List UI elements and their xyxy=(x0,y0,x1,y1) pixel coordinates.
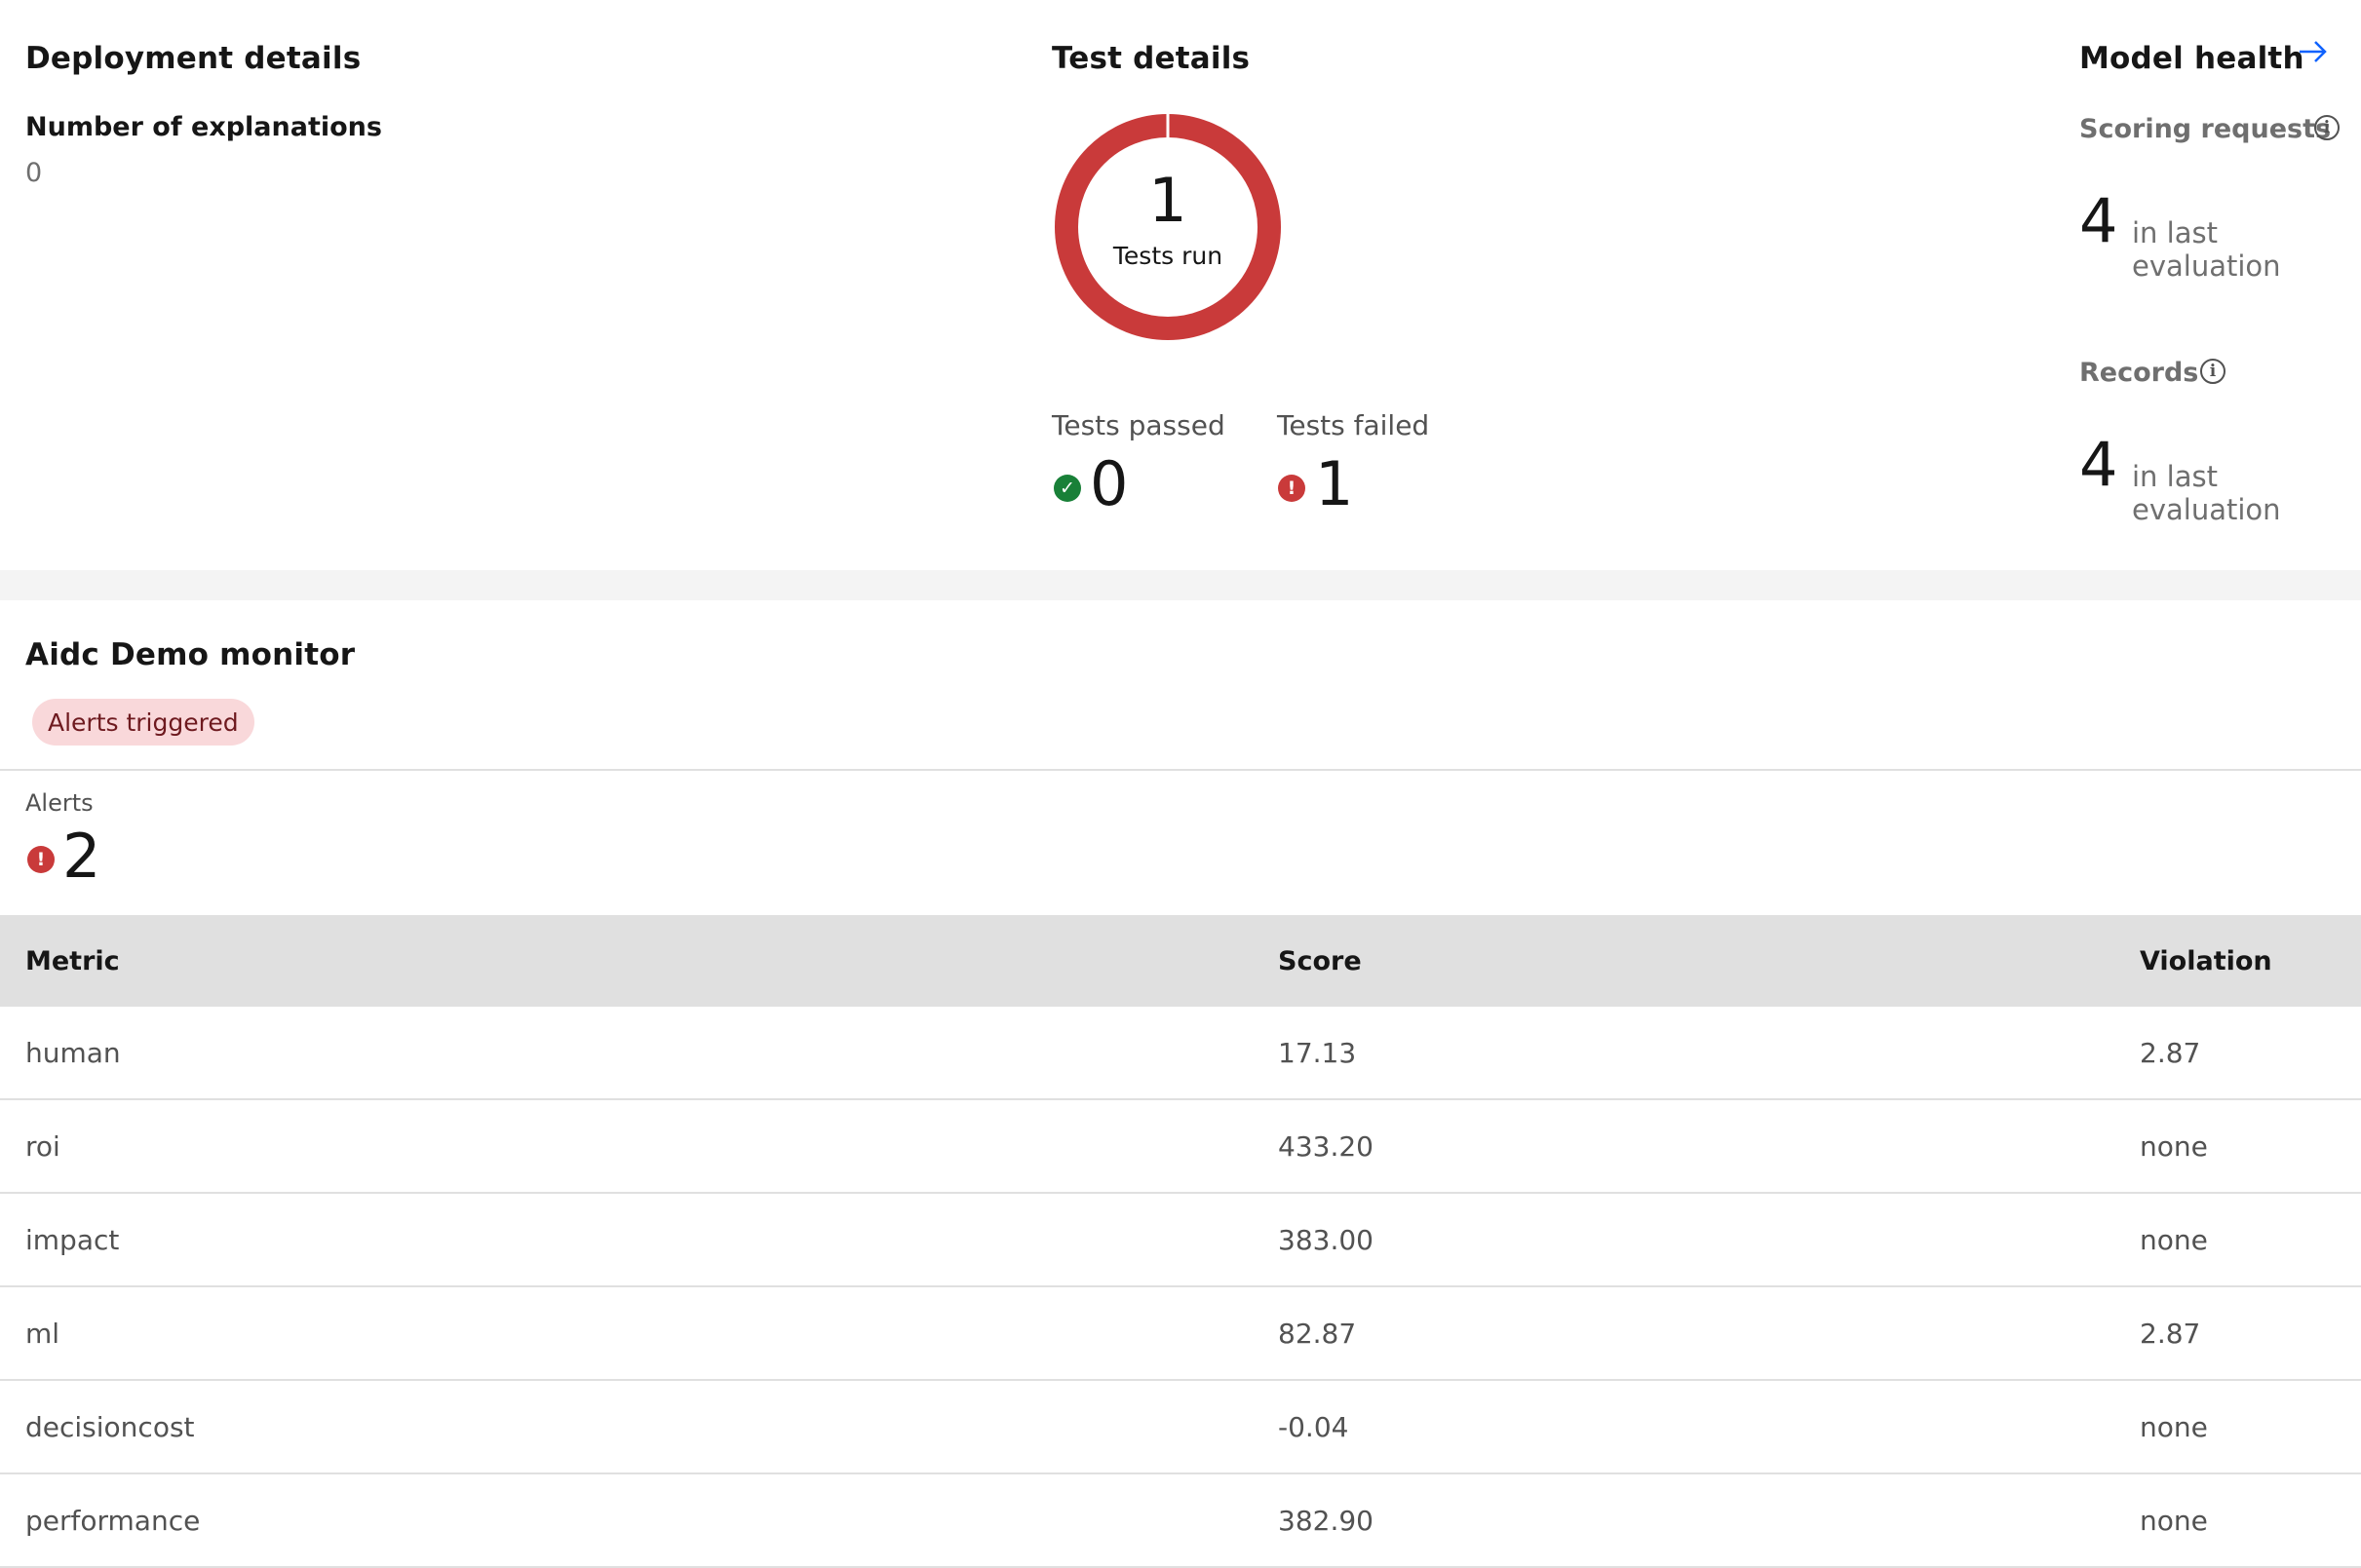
divider xyxy=(0,769,2361,771)
alerts-triggered-tag: Alerts triggered xyxy=(32,699,254,746)
scoring-requests-label: Scoring requests xyxy=(2079,114,2332,144)
score-cell: -0.04 xyxy=(1278,1410,1349,1443)
table-row: decisioncost -0.04 none xyxy=(0,1381,2361,1474)
table-header: Metric Score Violation xyxy=(0,915,2361,1007)
monitor-title: Aidc Demo monitor xyxy=(25,637,356,672)
metric-cell: ml xyxy=(25,1317,60,1350)
arrow-right-icon[interactable] xyxy=(2297,35,2330,68)
alerts-value: 2 xyxy=(62,821,101,892)
records-suffix: in last evaluation xyxy=(2132,460,2281,526)
info-icon[interactable]: i xyxy=(2200,359,2226,384)
violation-cell: none xyxy=(2140,1129,2208,1163)
deployment-details-title: Deployment details xyxy=(25,41,362,76)
tests-passed-value: 0 xyxy=(1090,448,1129,519)
column-header-metric[interactable]: Metric xyxy=(25,946,120,976)
metric-cell: human xyxy=(25,1036,121,1069)
metric-cell: roi xyxy=(25,1129,60,1163)
table-row: ml 82.87 2.87 xyxy=(0,1287,2361,1381)
table-row: performance 382.90 none xyxy=(0,1474,2361,1568)
info-icon[interactable]: i xyxy=(2314,115,2340,140)
tests-failed-label: Tests failed xyxy=(1277,409,1430,441)
tests-failed-value: 1 xyxy=(1315,448,1354,519)
metric-cell: decisioncost xyxy=(25,1410,195,1443)
tests-run-label: Tests run xyxy=(1112,242,1223,270)
error-icon: ! xyxy=(27,846,55,873)
violation-cell: 2.87 xyxy=(2140,1036,2201,1069)
tests-passed-label: Tests passed xyxy=(1052,409,1225,441)
violation-cell: none xyxy=(2140,1223,2208,1256)
score-cell: 82.87 xyxy=(1278,1317,1357,1350)
scoring-requests-value: 4 xyxy=(2079,185,2118,256)
explanations-label: Number of explanations xyxy=(25,112,382,142)
records-label: Records xyxy=(2079,358,2199,388)
explanations-value: 0 xyxy=(25,158,43,188)
tests-run-count: 1 xyxy=(1148,165,1187,236)
test-details-title: Test details xyxy=(1052,41,1251,76)
model-health-title: Model health xyxy=(2079,41,2304,76)
violation-cell: none xyxy=(2140,1410,2208,1443)
violation-cell: none xyxy=(2140,1504,2208,1537)
metric-cell: impact xyxy=(25,1223,120,1256)
records-value: 4 xyxy=(2079,429,2118,500)
violation-cell: 2.87 xyxy=(2140,1317,2201,1350)
table-row: roi 433.20 none xyxy=(0,1100,2361,1194)
column-header-score[interactable]: Score xyxy=(1278,946,1362,976)
metrics-table: Metric Score Violation human 17.13 2.87 … xyxy=(0,915,2361,1568)
metric-cell: performance xyxy=(25,1504,201,1537)
score-cell: 382.90 xyxy=(1278,1504,1374,1537)
column-header-violation[interactable]: Violation xyxy=(2140,946,2272,976)
score-cell: 383.00 xyxy=(1278,1223,1374,1256)
score-cell: 17.13 xyxy=(1278,1036,1357,1069)
table-row: impact 383.00 none xyxy=(0,1194,2361,1287)
scoring-requests-suffix: in last evaluation xyxy=(2132,216,2281,283)
table-row: human 17.13 2.87 xyxy=(0,1007,2361,1100)
check-circle-icon: ✓ xyxy=(1054,475,1081,502)
error-icon: ! xyxy=(1278,475,1305,502)
section-divider xyxy=(0,570,2361,600)
alerts-label: Alerts xyxy=(25,789,94,817)
score-cell: 433.20 xyxy=(1278,1129,1374,1163)
